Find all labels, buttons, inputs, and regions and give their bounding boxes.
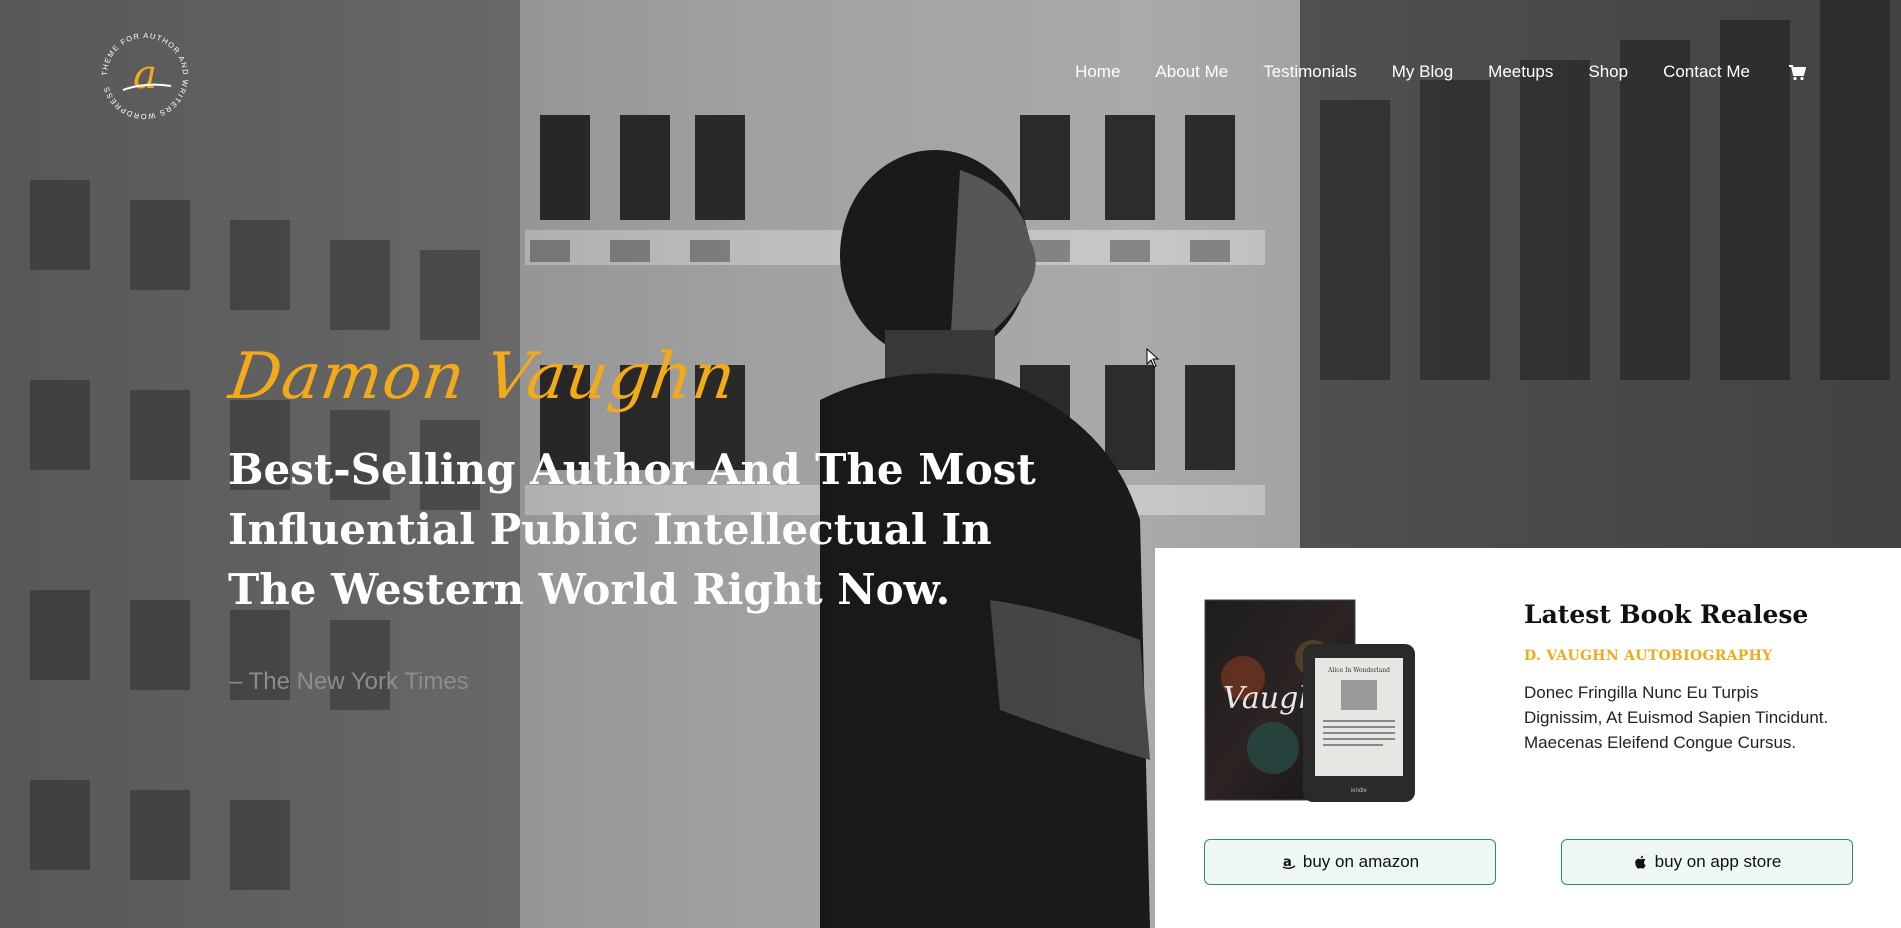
book-description: Donec Fringilla Nunc Eu Turpis Dignissim…	[1524, 683, 1829, 752]
buy-on-app-store-button[interactable]: buy on app store	[1561, 839, 1853, 885]
logo-letter: a	[133, 52, 157, 98]
nav-item-meetups[interactable]: Meetups	[1488, 62, 1553, 82]
quote-source: – The New York Times	[229, 668, 469, 695]
nav-item-shop[interactable]: Shop	[1588, 62, 1628, 82]
book-section-title: Latest Book Realese	[1524, 600, 1809, 629]
author-signature: Damon Vaughn	[224, 340, 741, 414]
nav-item-testimonials[interactable]: Testimonials	[1263, 62, 1357, 82]
book-subtitle: D. VAUGHN AUTOBIOGRAPHY	[1524, 648, 1773, 664]
book-cover-image: Vaughn Alice In Wonderland kindle	[1204, 599, 1415, 802]
apple-icon	[1633, 854, 1649, 870]
mouse-cursor-icon	[1146, 348, 1160, 368]
cart-icon[interactable]	[1788, 63, 1807, 81]
buy-on-app-store-label: buy on app store	[1654, 852, 1782, 871]
main-nav: Home About Me Testimonials My Blog Meetu…	[1075, 62, 1807, 82]
nav-item-about-me[interactable]: About Me	[1155, 62, 1228, 82]
hero-headline: Best-Selling Author And The Most Influen…	[228, 445, 1036, 614]
nav-item-home[interactable]: Home	[1075, 62, 1120, 82]
nav-item-contact-me[interactable]: Contact Me	[1663, 62, 1750, 82]
site-logo[interactable]: THEME FOR AUTHOR AND WRITERS WORDPRESS a	[93, 24, 197, 128]
ereader-brand: kindle	[1351, 788, 1367, 794]
buy-on-amazon-label: buy on amazon	[1302, 852, 1420, 871]
latest-book-card: Vaughn Alice In Wonderland kindle Latest…	[1155, 548, 1901, 928]
nav-item-my-blog[interactable]: My Blog	[1392, 62, 1453, 82]
amazon-icon: a	[1281, 854, 1297, 870]
buy-on-amazon-button[interactable]: a buy on amazon	[1204, 839, 1496, 885]
ereader-title: Alice In Wonderland	[1327, 667, 1390, 674]
